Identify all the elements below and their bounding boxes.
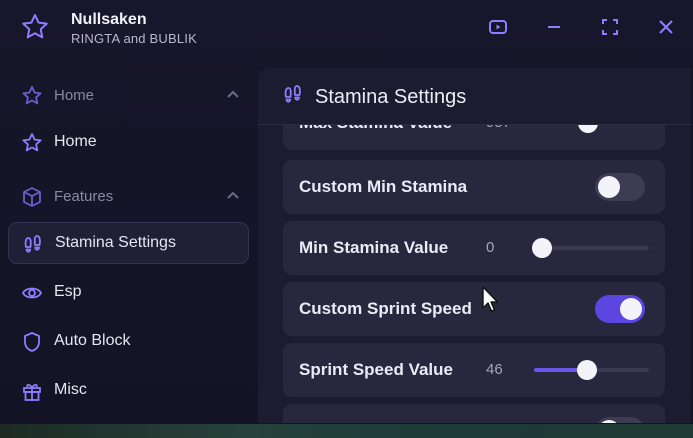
star-logo-icon [20, 12, 50, 42]
eye-icon [21, 282, 43, 304]
mouse-cursor-icon [481, 286, 499, 314]
sidebar: Home Home Features Stamina Settings Esp … [0, 70, 258, 438]
sidebar-section-features[interactable]: Features [8, 175, 249, 217]
panel-title: Stamina Settings [315, 86, 467, 108]
cube-icon [21, 186, 43, 208]
setting-label: Sprint Speed Value [299, 360, 453, 379]
chevron-up-icon[interactable] [225, 87, 241, 103]
toggle-knob [598, 176, 620, 198]
sidebar-item-esp[interactable]: Esp [8, 271, 249, 313]
next-setting-toggle[interactable] [595, 417, 645, 423]
sidebar-item-label: Stamina Settings [55, 234, 176, 251]
settings-scroll-area[interactable]: Max Stamina Value 957 Custom Min Stamina… [258, 125, 691, 423]
setting-label: Max Stamina Value [299, 125, 452, 133]
setting-min-stamina-value: Min Stamina Value 0 [283, 221, 665, 275]
min-stamina-slider[interactable] [532, 238, 649, 258]
setting-custom-sprint-speed: Custom Sprint Speed [283, 282, 665, 336]
panel-header: Stamina Settings [258, 68, 691, 125]
toggle-knob [620, 298, 642, 320]
custom-sprint-speed-toggle[interactable] [595, 295, 645, 323]
sidebar-item-home[interactable]: Home [8, 121, 249, 163]
setting-value: 957 [486, 125, 511, 131]
footprints-icon [282, 84, 304, 106]
sidebar-item-auto-block[interactable]: Auto Block [8, 320, 249, 362]
sidebar-item-label: Esp [54, 283, 82, 300]
sidebar-item-label: Home [54, 133, 97, 150]
sidebar-section-label: Features [54, 187, 114, 205]
setting-sprint-speed-value: Sprint Speed Value 46 [283, 343, 665, 397]
setting-label: Custom Min Stamina [299, 177, 468, 196]
setting-max-stamina-value: Max Stamina Value 957 [283, 125, 665, 150]
star-icon [21, 132, 43, 154]
sidebar-item-label: Auto Block [54, 332, 131, 349]
setting-custom-min-stamina: Custom Min Stamina [283, 160, 665, 214]
sidebar-item-label: Misc [54, 381, 87, 398]
sidebar-item-misc[interactable]: Misc [8, 369, 249, 411]
setting-next-toggle [283, 404, 665, 423]
custom-min-stamina-toggle[interactable] [595, 173, 645, 201]
background-strip [0, 424, 693, 438]
youtube-icon[interactable] [486, 15, 510, 39]
star-icon [21, 85, 43, 107]
sidebar-item-stamina-settings[interactable]: Stamina Settings [8, 222, 249, 264]
minimize-icon[interactable] [542, 15, 566, 39]
app-window: Nullsaken RINGTA and BUBLIK Home Home Fe… [0, 0, 693, 438]
sidebar-section-home[interactable]: Home [8, 74, 249, 116]
shield-icon [21, 331, 43, 353]
app-subtitle: RINGTA and BUBLIK [71, 31, 197, 46]
setting-value: 0 [486, 239, 495, 256]
setting-label: Min Stamina Value [299, 238, 449, 257]
setting-value: 46 [486, 361, 503, 378]
settings-panel: Stamina Settings Max Stamina Value 957 C… [258, 68, 691, 423]
footprints-icon [22, 234, 44, 256]
maximize-icon[interactable] [598, 15, 622, 39]
slider-handle[interactable] [532, 238, 552, 258]
setting-label: Custom Sprint Speed [299, 299, 472, 318]
sidebar-section-label: Home [54, 86, 95, 104]
close-icon[interactable] [654, 15, 678, 39]
chevron-up-icon[interactable] [225, 188, 241, 204]
app-title: Nullsaken [71, 11, 147, 28]
toggle-knob [598, 420, 620, 423]
sprint-speed-slider[interactable] [534, 360, 649, 380]
slider-handle[interactable] [576, 360, 597, 380]
title-bar: Nullsaken RINGTA and BUBLIK [0, 0, 693, 58]
slider-handle[interactable] [578, 125, 599, 133]
gift-icon [21, 380, 43, 402]
